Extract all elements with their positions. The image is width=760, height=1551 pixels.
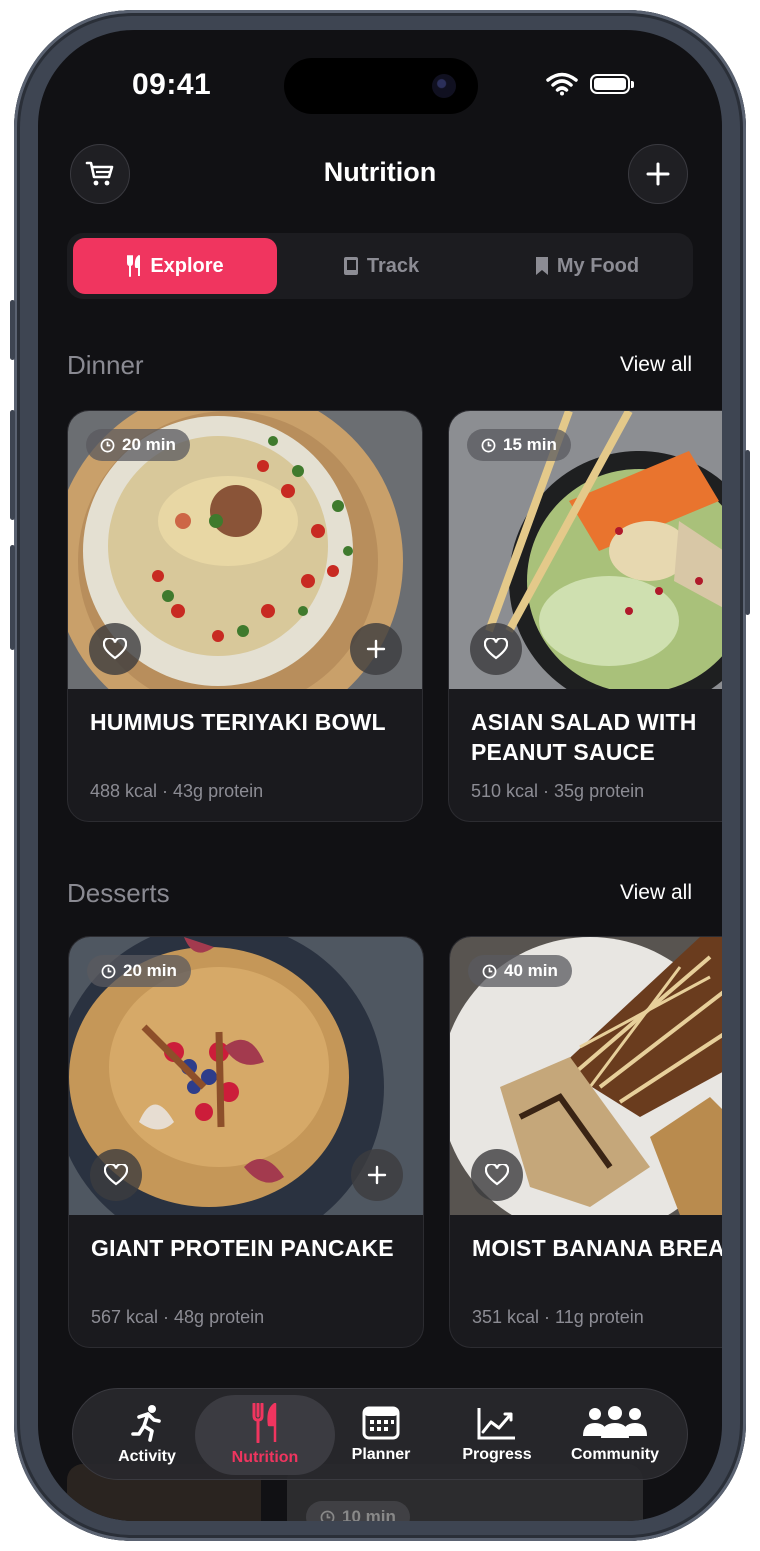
battery-icon xyxy=(590,74,634,94)
tab-explore-label: Explore xyxy=(150,254,224,277)
recipe-meta: 488 kcal · 43g protein xyxy=(90,781,264,801)
tab-my-food-label: My Food xyxy=(556,254,640,277)
status-time: 09:41 xyxy=(132,68,212,101)
recipe-meta: 510 kcal · 35g protein xyxy=(471,781,645,801)
recipe-name: ASIAN SALAD WITH PEANUT SAUCE xyxy=(471,709,697,765)
tab-track-label: Track xyxy=(366,254,420,277)
bookmark-icon xyxy=(535,257,548,275)
plus-icon xyxy=(646,162,670,186)
view-all-dinner[interactable]: View all xyxy=(620,353,692,377)
clock-icon xyxy=(482,964,497,978)
add-recipe-button[interactable] xyxy=(350,623,402,675)
time-chip: 20 min xyxy=(87,955,191,987)
tab-planner-label: Planner xyxy=(351,1446,411,1463)
favorite-button[interactable] xyxy=(471,1149,523,1201)
tab-bar: Activity Nutrition Planner Progress Comm… xyxy=(72,1388,688,1480)
plus-icon xyxy=(367,1165,387,1185)
dynamic-island xyxy=(284,58,478,114)
clock-icon xyxy=(101,964,116,978)
tab-track[interactable]: Track xyxy=(281,238,481,294)
time-chip: 10 min xyxy=(306,1501,410,1521)
recipe-card[interactable]: 20 min HUMMUS TERIYAKI BOWL 488 kcal · 4… xyxy=(67,410,423,822)
recipe-image-hummus: 20 min xyxy=(68,411,422,689)
recipe-name: MOIST BANANA BREAD xyxy=(472,1235,722,1261)
time-chip-label: 20 min xyxy=(123,961,177,980)
calendar-icon xyxy=(362,1406,400,1440)
heart-icon xyxy=(485,1164,509,1186)
clock-icon xyxy=(320,1510,335,1521)
chart-icon xyxy=(477,1408,515,1440)
recipe-card[interactable]: 20 min GIANT PROTEIN PANCAKE 567 kcal · … xyxy=(68,936,424,1348)
time-chip: 15 min xyxy=(467,429,571,461)
segmented-control: Explore Track My Food xyxy=(67,233,693,299)
recipe-image-pancake: 20 min xyxy=(69,937,423,1215)
recipe-meta: 351 kcal · 11g protein xyxy=(472,1307,644,1327)
recipe-name: HUMMUS TERIYAKI BOWL xyxy=(90,709,386,735)
heart-icon xyxy=(484,638,508,660)
recipe-image-asian-salad: 15 min xyxy=(449,411,722,689)
side-button xyxy=(10,300,15,360)
plus-icon xyxy=(366,639,386,659)
volume-up-button xyxy=(10,410,15,520)
section-title-dinner: Dinner xyxy=(67,350,144,380)
book-icon xyxy=(343,257,358,275)
volume-down-button xyxy=(10,545,15,650)
heart-icon xyxy=(103,638,127,660)
running-icon xyxy=(131,1405,161,1442)
tab-activity[interactable]: Activity xyxy=(89,1389,205,1481)
add-button[interactable] xyxy=(628,144,688,204)
view-all-desserts[interactable]: View all xyxy=(620,881,692,905)
people-icon xyxy=(583,1406,647,1438)
recipe-meta: 567 kcal · 48g protein xyxy=(91,1307,265,1327)
favorite-button[interactable] xyxy=(90,1149,142,1201)
tab-progress-label: Progress xyxy=(462,1446,532,1463)
tab-nutrition[interactable]: Nutrition xyxy=(207,1389,323,1481)
tab-community[interactable]: Community xyxy=(555,1389,675,1481)
recipe-card[interactable]: 40 min MOIST BANANA BREAD 351 kcal · 11g… xyxy=(449,936,722,1348)
wifi-icon xyxy=(546,72,578,96)
fork-knife-icon xyxy=(252,1403,277,1443)
clock-icon xyxy=(481,438,496,452)
tab-nutrition-label: Nutrition xyxy=(231,1449,299,1466)
tab-community-label: Community xyxy=(571,1446,659,1463)
tab-progress[interactable]: Progress xyxy=(439,1389,555,1481)
favorite-button[interactable] xyxy=(89,623,141,675)
tab-explore[interactable]: Explore xyxy=(73,238,277,294)
favorite-button[interactable] xyxy=(470,623,522,675)
power-button xyxy=(745,450,750,615)
time-chip-label: 40 min xyxy=(504,961,558,980)
section-title-desserts: Desserts xyxy=(67,878,170,908)
app-screen: 09:41 Nutrition Explore Track My Food Di… xyxy=(38,30,722,1521)
recipe-image-banana-bread: 40 min xyxy=(450,937,722,1215)
heart-icon xyxy=(104,1164,128,1186)
clock-icon xyxy=(100,438,115,452)
time-chip: 40 min xyxy=(468,955,572,987)
tab-planner[interactable]: Planner xyxy=(323,1389,439,1481)
fork-knife-icon xyxy=(127,255,141,277)
time-chip-label: 15 min xyxy=(503,435,557,454)
camera-icon xyxy=(432,74,456,98)
time-chip: 20 min xyxy=(86,429,190,461)
tab-my-food[interactable]: My Food xyxy=(485,238,689,294)
time-chip-label: 20 min xyxy=(122,435,176,454)
recipe-name: GIANT PROTEIN PANCAKE xyxy=(91,1235,394,1261)
tab-activity-label: Activity xyxy=(118,1448,176,1465)
recipe-card[interactable]: 15 min ASIAN SALAD WITH PEANUT SAUCE 510… xyxy=(448,410,722,822)
page-title: Nutrition xyxy=(323,157,437,187)
add-recipe-button[interactable] xyxy=(351,1149,403,1201)
time-chip-label: 10 min xyxy=(342,1507,396,1521)
